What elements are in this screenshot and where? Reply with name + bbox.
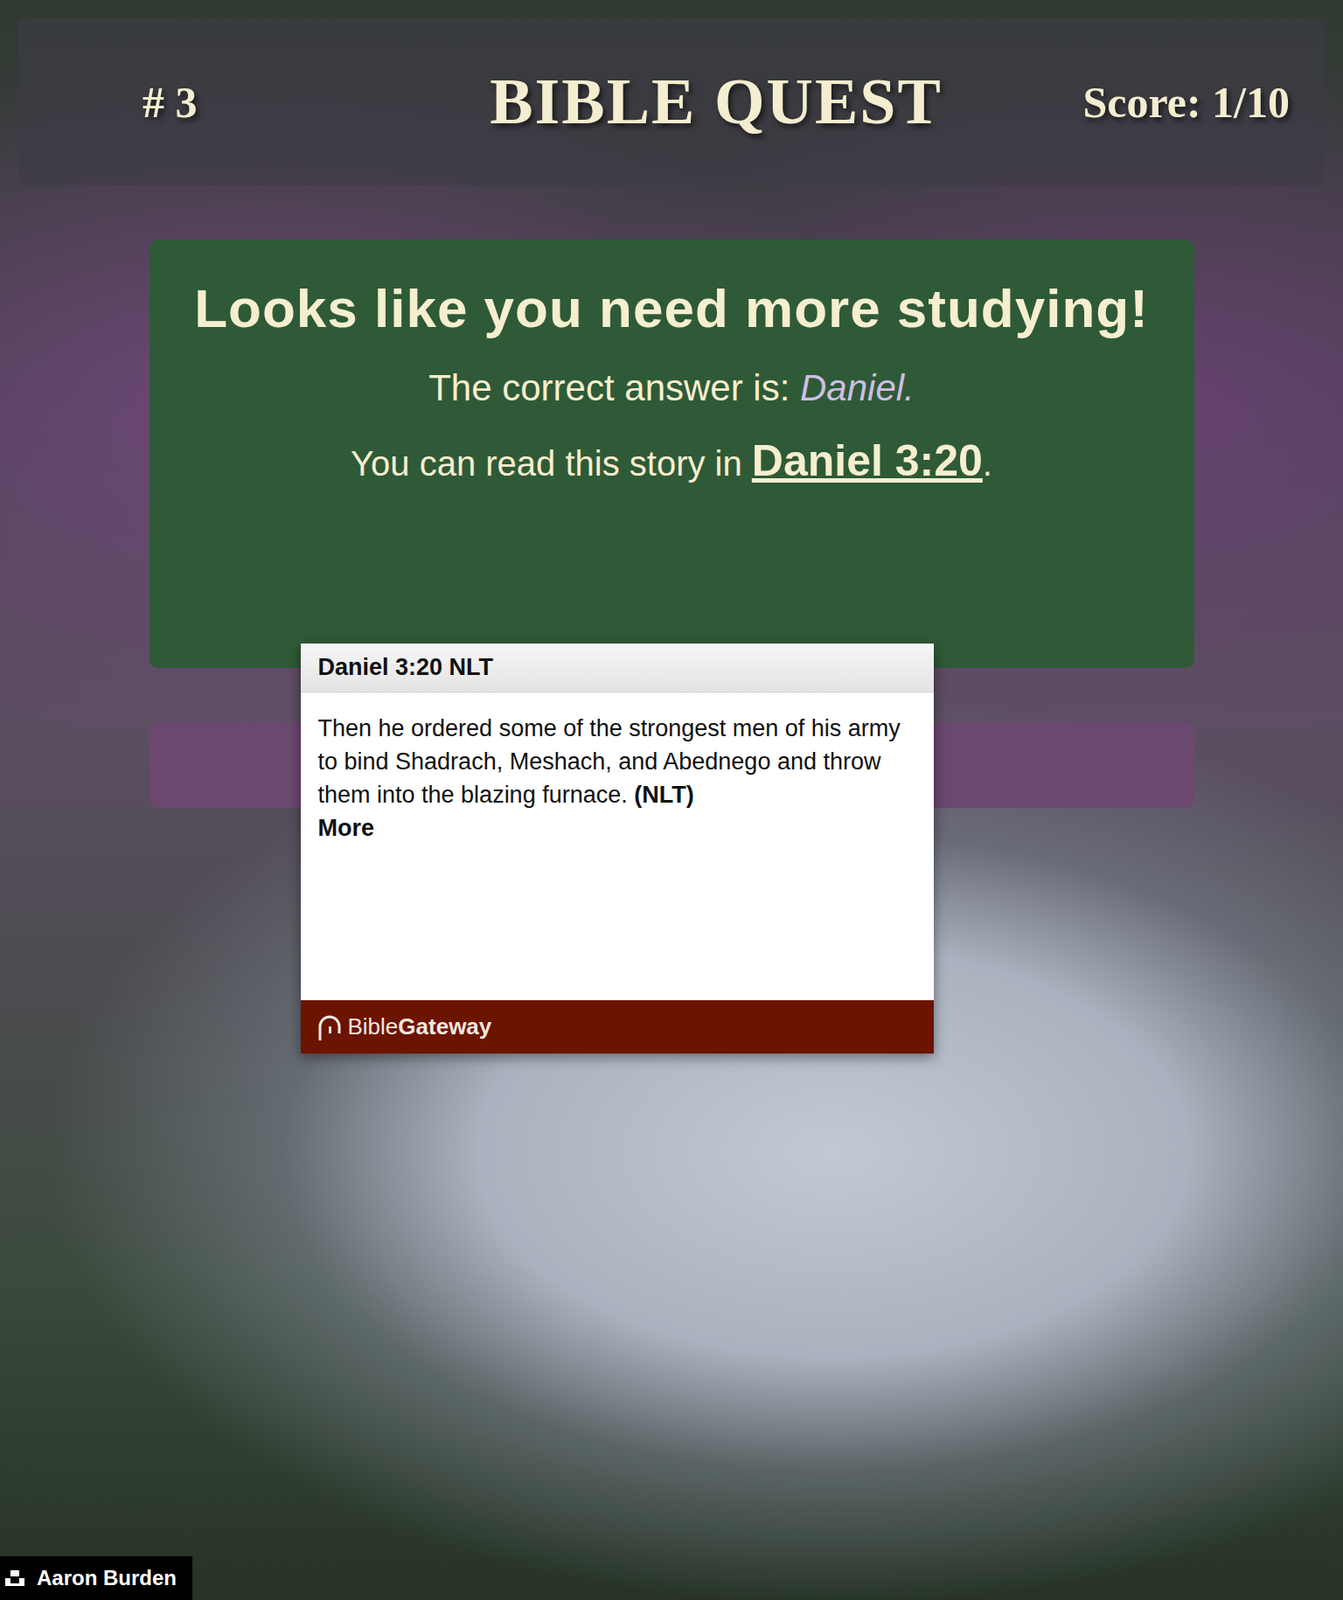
page: # 3BIBLE QUESTScore: 1/10 Looks like you … [0, 0, 1343, 1600]
biblegateway-logo-icon [316, 1012, 343, 1043]
header-bar: # 3BIBLE QUESTScore: 1/10 [18, 18, 1325, 186]
unsplash-icon [5, 1568, 25, 1588]
question-number: # 3 [142, 76, 490, 128]
reference-link[interactable]: Daniel 3:20 [751, 436, 983, 486]
answer-line: The correct answer is: Daniel. [184, 367, 1160, 410]
tooltip-footer: BibleGateway [300, 1000, 934, 1054]
version-label: (NLT) [633, 781, 694, 808]
reference-line: You can read this story in Daniel 3:20. [184, 435, 1160, 487]
more-link[interactable]: More [318, 811, 917, 845]
score: Score: 1/10 [942, 76, 1290, 128]
verse-tooltip: Daniel 3:20 NLTThen he ordered some of t… [300, 643, 934, 1054]
tooltip-body: Then he ordered some of the strongest me… [300, 692, 934, 1001]
photo-credit[interactable]: Aaron Burden [0, 1556, 193, 1600]
correct-answer: Daniel. [800, 367, 915, 409]
credit-author: Aaron Burden [36, 1565, 177, 1591]
tooltip-title: Daniel 3:20 NLT [300, 643, 934, 693]
brand-name[interactable]: BibleGateway [347, 1013, 493, 1041]
main-area: Looks like you need more studying! The co… [131, 239, 1195, 808]
result-card: Looks like you need more studying! The co… [149, 239, 1195, 669]
result-heading: Looks like you need more studying! [184, 269, 1160, 348]
app-title: BIBLE QUEST [489, 64, 943, 140]
